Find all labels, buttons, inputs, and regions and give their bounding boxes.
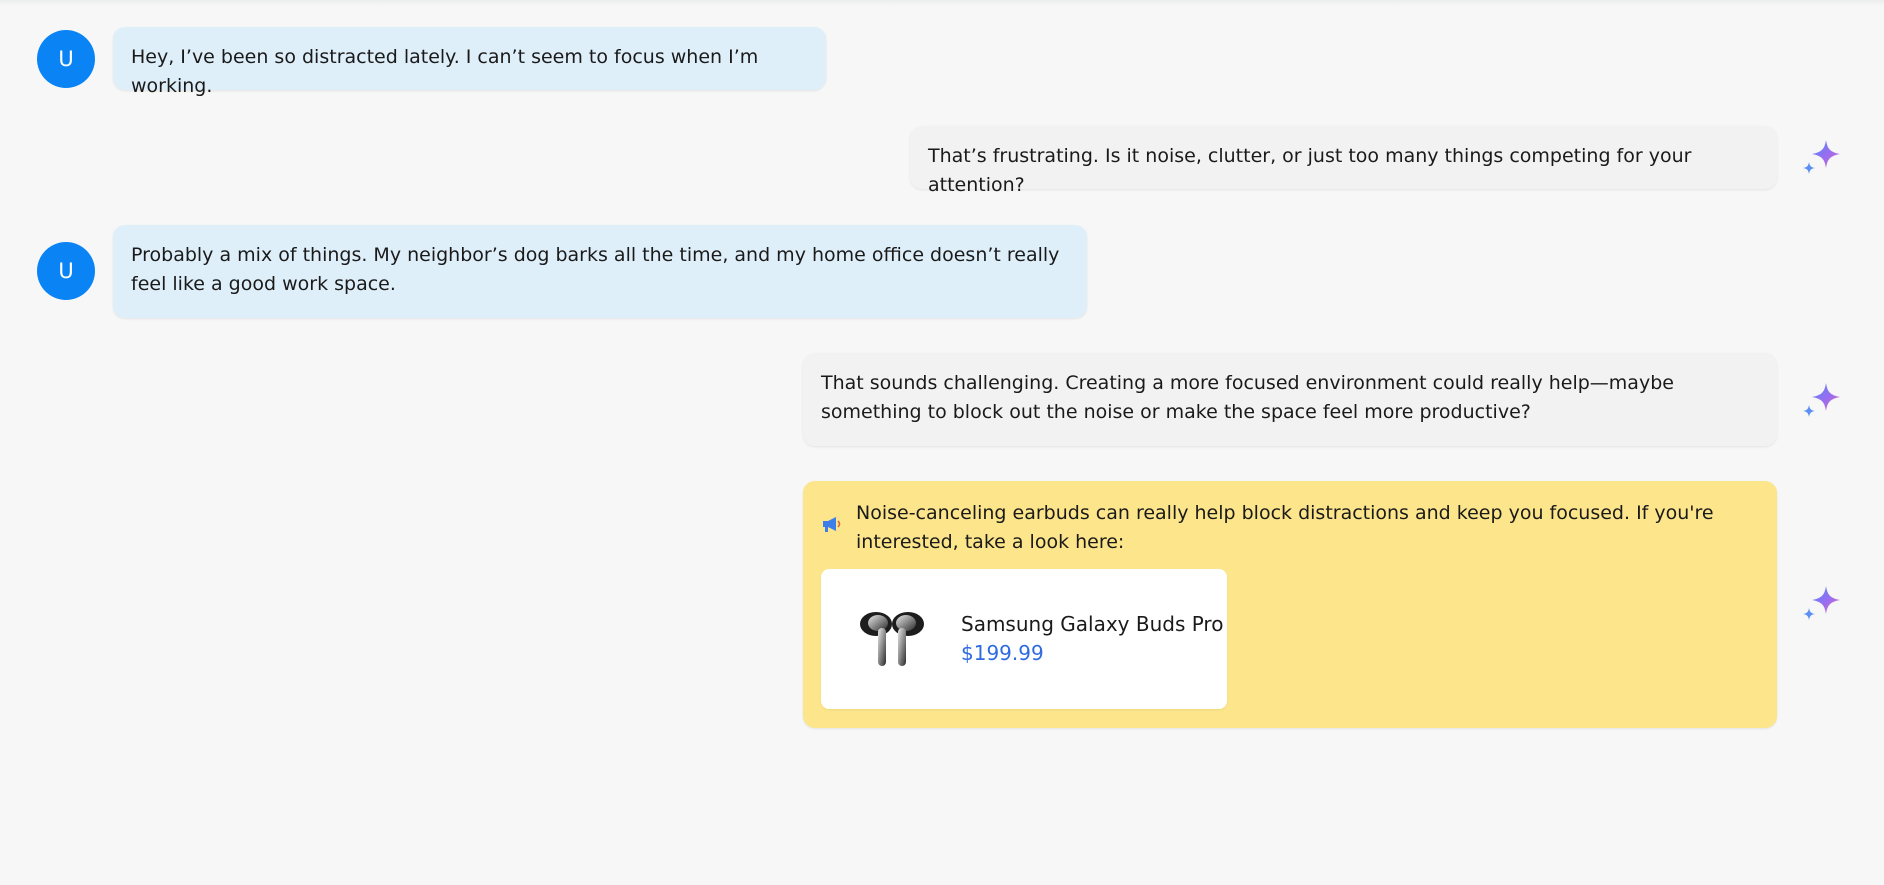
- product-card[interactable]: Samsung Galaxy Buds Pro $199.99: [821, 569, 1227, 709]
- user-message-bubble: Hey, I’ve been so distracted lately. I c…: [113, 27, 826, 97]
- message-text: Hey, I’ve been so distracted lately. I c…: [131, 46, 759, 97]
- message-text: That sounds challenging. Creating a more…: [821, 372, 1674, 423]
- megaphone-icon: [823, 517, 841, 532]
- product-info: Samsung Galaxy Buds Pro $199.99: [961, 610, 1223, 668]
- sparkle-icon: [1803, 383, 1840, 417]
- assistant-message-bubble: That sounds challenging. Creating a more…: [803, 353, 1777, 446]
- sponsored-message-text: Noise-canceling earbuds can really help …: [856, 502, 1714, 553]
- earbuds-icon: [860, 612, 924, 666]
- user-avatar: U: [37, 30, 95, 88]
- message-text: That’s frustrating. Is it noise, clutter…: [928, 145, 1692, 196]
- assistant-message-bubble: That’s frustrating. Is it noise, clutter…: [910, 126, 1777, 196]
- sparkle-icon: [1803, 586, 1840, 620]
- message-text: Probably a mix of things. My neighbor’s …: [131, 244, 1060, 295]
- sparkle-icon: [1803, 140, 1840, 174]
- sponsored-message-bubble: Noise-canceling earbuds can really help …: [803, 481, 1777, 728]
- user-avatar: U: [37, 242, 95, 300]
- product-name[interactable]: Samsung Galaxy Buds Pro: [961, 610, 1223, 639]
- user-message-bubble: Probably a mix of things. My neighbor’s …: [113, 225, 1087, 318]
- product-price: $199.99: [961, 641, 1044, 665]
- top-edge-divider: [0, 0, 1884, 6]
